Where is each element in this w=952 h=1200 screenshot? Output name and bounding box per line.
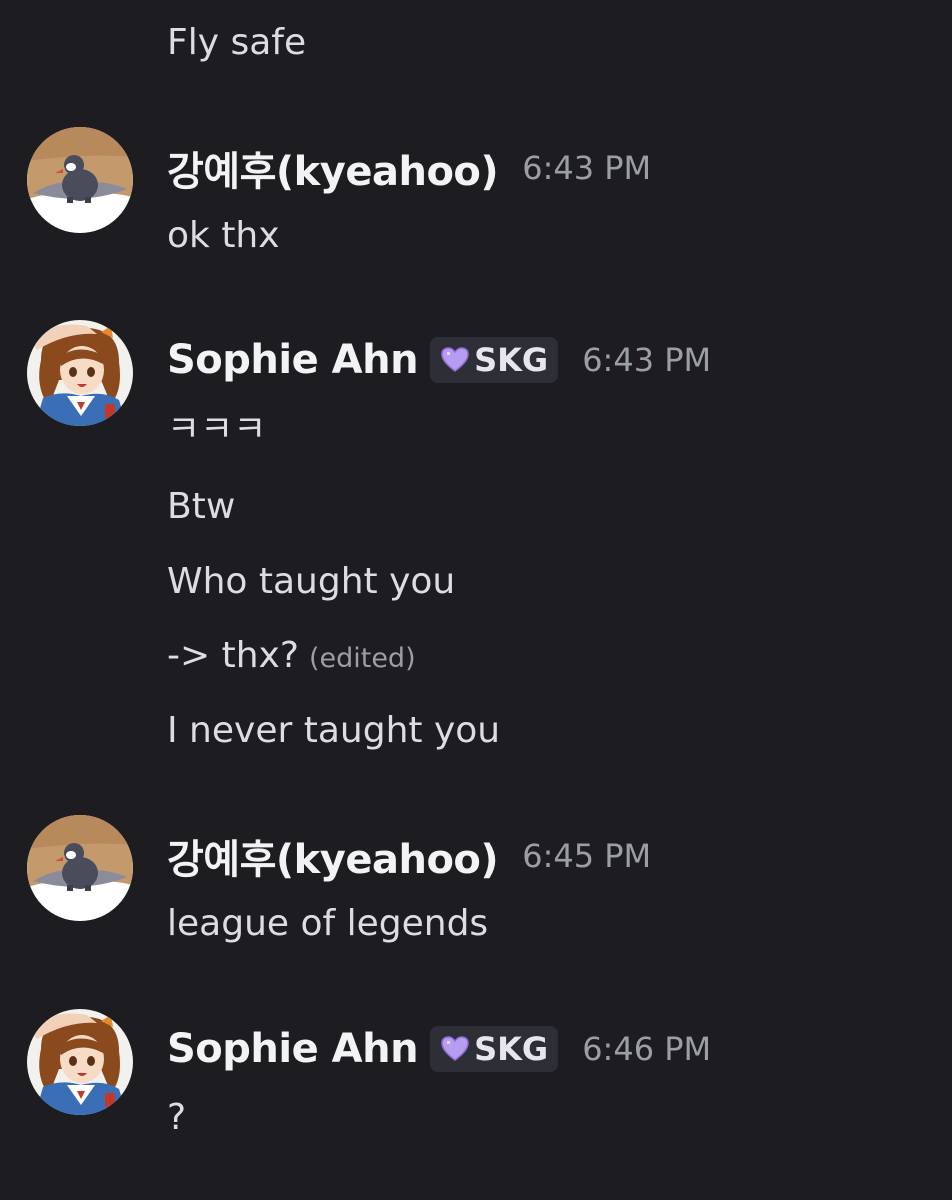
purple-heart-icon — [440, 1034, 470, 1064]
author-name[interactable]: Sophie Ahn — [167, 337, 419, 383]
message-header: 강예후(kyeahoo) 6:43 PM — [167, 140, 651, 196]
penguin-avatar-icon[interactable] — [27, 127, 133, 233]
role-tag-label: SKG — [474, 1030, 549, 1068]
message-text: ok thx — [167, 215, 280, 256]
message-header: 강예후(kyeahoo) 6:45 PM — [167, 828, 651, 884]
message-header: Sophie Ahn SKG 6:43 PM — [167, 332, 711, 388]
role-tag[interactable]: SKG — [430, 1026, 559, 1072]
edited-label: (edited) — [308, 643, 416, 674]
author-name[interactable]: Sophie Ahn — [167, 1026, 419, 1072]
author-name[interactable]: 강예후(kyeahoo) — [167, 139, 499, 197]
role-tag[interactable]: SKG — [430, 337, 559, 383]
message-header: Sophie Ahn SKG 6:46 PM — [167, 1021, 711, 1077]
message-text: I never taught you — [167, 710, 501, 751]
timestamp: 6:43 PM — [522, 149, 652, 187]
message-text-content: -> thx? — [167, 635, 299, 676]
author-name[interactable]: 강예후(kyeahoo) — [167, 827, 499, 885]
message-text: -> thx? (edited) — [167, 634, 416, 681]
anime-girl-avatar-icon[interactable] — [27, 320, 133, 426]
message-text: league of legends — [167, 903, 489, 944]
anime-girl-avatar-icon[interactable] — [27, 1009, 133, 1115]
penguin-avatar-icon[interactable] — [27, 815, 133, 921]
role-tag-label: SKG — [474, 341, 549, 379]
message-text: Btw — [167, 486, 236, 527]
timestamp: 6:45 PM — [522, 837, 652, 875]
message-text: ? — [167, 1097, 187, 1138]
message-text: Fly safe — [167, 22, 307, 63]
timestamp: 6:46 PM — [582, 1030, 712, 1068]
timestamp: 6:43 PM — [582, 341, 712, 379]
message-text: Who taught you — [167, 561, 456, 602]
message-text: ㅋㅋㅋ — [167, 409, 267, 450]
purple-heart-icon — [440, 345, 470, 375]
